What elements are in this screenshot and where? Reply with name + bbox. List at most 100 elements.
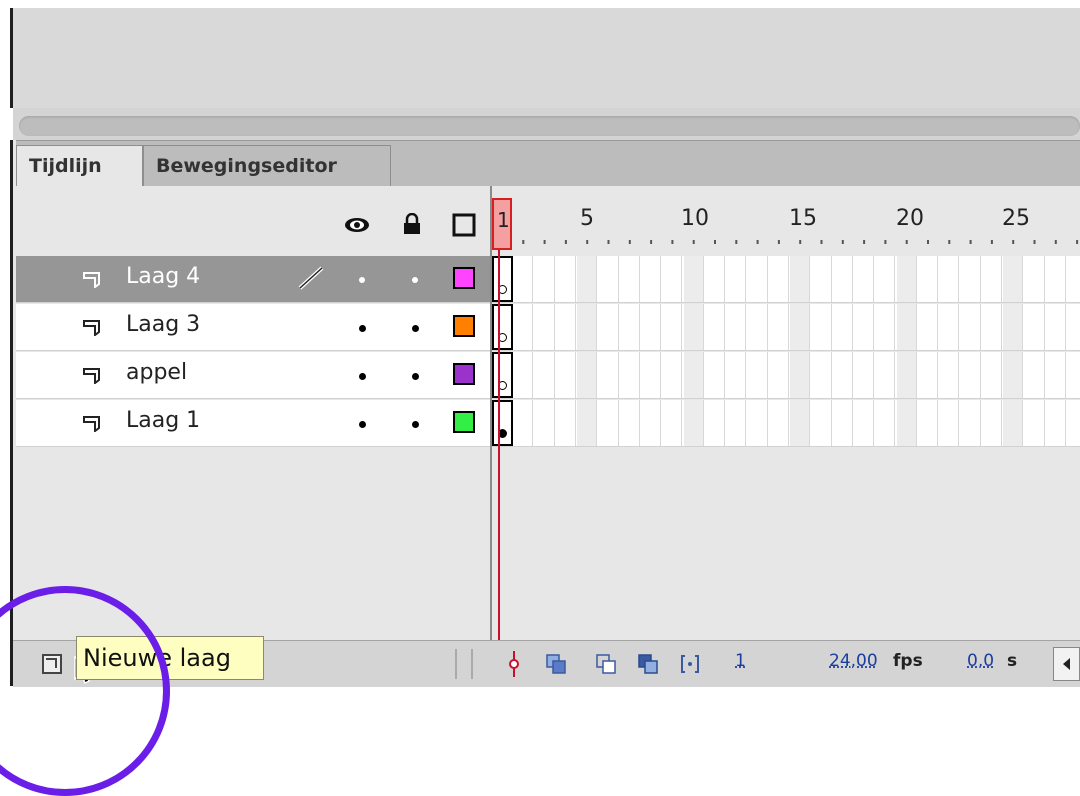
frame-cell[interactable] — [790, 352, 811, 398]
frame-cell[interactable] — [833, 400, 853, 446]
frame-cell[interactable] — [1046, 352, 1066, 398]
outline-icon[interactable] — [452, 213, 476, 237]
frame-cell[interactable] — [577, 304, 598, 350]
frame-cell[interactable] — [1067, 400, 1080, 446]
frame-cell[interactable] — [875, 304, 896, 350]
frame-cell[interactable] — [513, 400, 534, 446]
frame-cell[interactable] — [556, 400, 576, 446]
frame-cell[interactable] — [790, 400, 811, 446]
frame-cell[interactable] — [748, 352, 768, 398]
frame-cell[interactable] — [513, 256, 534, 302]
keyframe-cell[interactable] — [492, 304, 513, 350]
keyframe-cell[interactable] — [492, 352, 513, 398]
frame-row[interactable] — [492, 256, 1080, 303]
frame-cell[interactable] — [577, 256, 598, 302]
frame-cell[interactable] — [918, 304, 938, 350]
frame-cell[interactable] — [599, 400, 619, 446]
frame-cell[interactable] — [748, 304, 768, 350]
frame-cell[interactable] — [812, 256, 832, 302]
tab-bewegingseditor[interactable]: Bewegingseditor — [143, 145, 391, 186]
frame-cell[interactable] — [620, 304, 640, 350]
frame-cell[interactable] — [812, 400, 832, 446]
frame-cell[interactable] — [982, 256, 1002, 302]
frame-cell[interactable] — [918, 256, 938, 302]
frame-cell[interactable] — [641, 256, 662, 302]
keyframe-cell[interactable] — [492, 400, 513, 446]
frame-cell[interactable] — [939, 256, 960, 302]
frame-cell[interactable] — [705, 256, 725, 302]
frame-cell[interactable] — [1025, 304, 1045, 350]
frame-cell[interactable] — [833, 304, 853, 350]
resize-grip[interactable] — [455, 649, 473, 679]
layer-row-laag-4[interactable]: Laag 4 — [16, 256, 490, 303]
frame-cell[interactable] — [875, 256, 896, 302]
frame-cell[interactable] — [620, 352, 640, 398]
layer-row-appel[interactable]: appel — [16, 352, 490, 399]
frame-row[interactable] — [492, 400, 1080, 447]
visibility-dot[interactable] — [359, 325, 366, 332]
frame-cell[interactable] — [705, 352, 725, 398]
frame-cell[interactable] — [662, 352, 683, 398]
frame-cell[interactable] — [833, 352, 853, 398]
layer-name[interactable]: Laag 3 — [126, 312, 200, 337]
visibility-dot[interactable] — [359, 421, 366, 428]
outline-color-swatch[interactable] — [453, 411, 475, 433]
frame-cell[interactable] — [662, 304, 683, 350]
frame-cell[interactable] — [1046, 256, 1066, 302]
frame-cell[interactable] — [939, 400, 960, 446]
frame-cell[interactable] — [812, 352, 832, 398]
frame-cell[interactable] — [599, 256, 619, 302]
frame-cell[interactable] — [1003, 400, 1024, 446]
frame-cell[interactable] — [535, 400, 555, 446]
layer-name[interactable]: Laag 1 — [126, 408, 200, 433]
onion-skin-outlines-icon[interactable] — [595, 653, 617, 675]
modify-onion-markers-icon[interactable] — [679, 653, 701, 675]
frame-cell[interactable] — [620, 400, 640, 446]
lock-dot[interactable] — [412, 325, 419, 332]
frame-cell[interactable] — [577, 352, 598, 398]
frame-cell[interactable] — [1025, 400, 1045, 446]
tab-tijdlijn[interactable]: Tijdlijn — [16, 145, 143, 187]
visibility-dot[interactable] — [359, 277, 365, 283]
layer-row-laag-3[interactable]: Laag 3 — [16, 304, 490, 351]
layer-name[interactable]: Laag 4 — [126, 264, 200, 289]
center-frame-icon[interactable] — [507, 651, 521, 677]
frame-cell[interactable] — [769, 256, 789, 302]
frame-cell[interactable] — [556, 256, 576, 302]
frame-cell[interactable] — [961, 400, 981, 446]
frame-cell[interactable] — [854, 400, 875, 446]
frame-cell[interactable] — [556, 304, 576, 350]
frame-cell[interactable] — [875, 400, 896, 446]
time-value[interactable]: 0,0 — [967, 651, 994, 671]
frame-cell[interactable] — [1025, 352, 1045, 398]
frame-cell[interactable] — [854, 256, 875, 302]
frame-cell[interactable] — [683, 352, 704, 398]
frame-cell[interactable] — [513, 304, 534, 350]
keyframe-cell[interactable] — [492, 256, 513, 302]
frame-cell[interactable] — [535, 304, 555, 350]
frame-cell[interactable] — [961, 352, 981, 398]
frame-row[interactable] — [492, 352, 1080, 399]
frame-cell[interactable] — [1046, 304, 1066, 350]
visibility-dot[interactable] — [359, 373, 366, 380]
frame-cell[interactable] — [833, 256, 853, 302]
frame-ruler[interactable]: 1 5 10 15 20 25 — [492, 186, 1080, 254]
layer-row-laag-1[interactable]: Laag 1 — [16, 400, 490, 447]
frame-cell[interactable] — [982, 304, 1002, 350]
frame-cell[interactable] — [641, 352, 662, 398]
frame-cell[interactable] — [961, 304, 981, 350]
lock-dot[interactable] — [412, 277, 418, 283]
frame-cell[interactable] — [705, 304, 725, 350]
frame-cell[interactable] — [918, 400, 938, 446]
frame-cell[interactable] — [662, 256, 683, 302]
frame-cell[interactable] — [748, 400, 768, 446]
frame-cell[interactable] — [812, 304, 832, 350]
fps-value[interactable]: 24,00 — [829, 651, 878, 671]
frame-cell[interactable] — [896, 352, 917, 398]
frame-cell[interactable] — [599, 304, 619, 350]
horizontal-scrollbar[interactable] — [13, 108, 1080, 140]
frame-row[interactable] — [492, 304, 1080, 351]
frame-cell[interactable] — [1067, 304, 1080, 350]
frame-cell[interactable] — [1003, 304, 1024, 350]
frame-cell[interactable] — [683, 400, 704, 446]
